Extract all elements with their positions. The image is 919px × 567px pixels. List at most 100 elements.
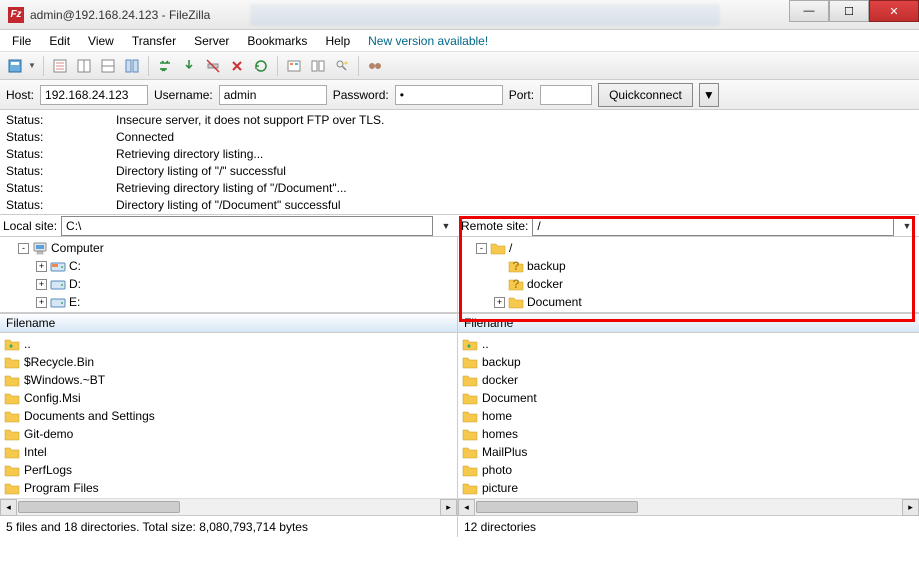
host-label: Host: bbox=[6, 88, 34, 102]
local-tree[interactable]: -Computer+C:+D:+E: bbox=[0, 237, 458, 312]
local-file-list[interactable]: ..$Recycle.Bin $Windows.~BT Config.Msi Docu… bbox=[0, 333, 457, 498]
disconnect-button[interactable] bbox=[202, 55, 224, 77]
tree-expander[interactable]: + bbox=[494, 297, 505, 308]
menu-help[interactable]: Help bbox=[317, 32, 358, 50]
file-item[interactable]: Intel bbox=[4, 443, 453, 461]
file-item[interactable]: Git-demo bbox=[4, 425, 453, 443]
tree-expander[interactable]: + bbox=[36, 297, 47, 308]
compare-button[interactable] bbox=[307, 55, 329, 77]
file-item[interactable]: Document bbox=[462, 389, 915, 407]
tree-expander[interactable]: + bbox=[36, 279, 47, 290]
drive-c-icon bbox=[50, 259, 66, 273]
file-item[interactable]: Program Files bbox=[4, 479, 453, 497]
file-item[interactable]: $Windows.~BT bbox=[4, 371, 453, 389]
remote-file-list[interactable]: ..backupdockerDocument home homes MailPlus p… bbox=[458, 333, 919, 498]
server-button[interactable] bbox=[250, 55, 272, 77]
tree-expander[interactable]: - bbox=[18, 243, 29, 254]
file-item[interactable]: Config.Msi bbox=[4, 389, 453, 407]
process-queue-button[interactable] bbox=[154, 55, 176, 77]
file-item[interactable]: .. bbox=[4, 335, 453, 353]
refresh-button[interactable] bbox=[121, 55, 143, 77]
tree-label: Document bbox=[527, 295, 582, 309]
find-button[interactable] bbox=[364, 55, 386, 77]
menu-new-version[interactable]: New version available! bbox=[360, 32, 496, 50]
close-button[interactable]: ✕ bbox=[869, 0, 919, 22]
tree-node[interactable]: docker bbox=[462, 275, 915, 293]
tree-label: backup bbox=[527, 259, 566, 273]
folder-icon bbox=[4, 391, 20, 405]
file-name: Git-demo bbox=[24, 427, 73, 441]
file-item[interactable]: backup bbox=[462, 353, 915, 371]
file-item[interactable]: Documents and Settings bbox=[4, 407, 453, 425]
file-item[interactable]: PerfLogs bbox=[4, 461, 453, 479]
file-item[interactable]: homes bbox=[462, 425, 915, 443]
remote-site-dropdown[interactable]: ▼ bbox=[898, 221, 916, 231]
local-hscroll[interactable]: ◂▸ bbox=[0, 498, 457, 515]
file-name: photo bbox=[482, 463, 512, 477]
site-manager-dropdown[interactable]: ▼ bbox=[28, 61, 38, 70]
local-site-input[interactable] bbox=[61, 216, 433, 236]
toggle-log-button[interactable] bbox=[49, 55, 71, 77]
file-name: home bbox=[482, 409, 512, 423]
menu-bookmarks[interactable]: Bookmarks bbox=[239, 32, 315, 50]
tree-node[interactable]: + Document bbox=[462, 293, 915, 311]
tree-node[interactable]: + D: bbox=[4, 275, 453, 293]
log-message: Retrieving directory listing... bbox=[116, 146, 913, 163]
port-input[interactable] bbox=[540, 85, 592, 105]
tree-node[interactable]: +C: bbox=[4, 257, 453, 275]
remote-tree[interactable]: -/ backup docker + Document bbox=[458, 237, 919, 312]
file-item[interactable]: photo bbox=[462, 461, 915, 479]
file-name: Program Files bbox=[24, 481, 99, 495]
toggle-tree-button[interactable] bbox=[73, 55, 95, 77]
file-item[interactable]: docker bbox=[462, 371, 915, 389]
menu-edit[interactable]: Edit bbox=[41, 32, 78, 50]
menu-view[interactable]: View bbox=[80, 32, 122, 50]
username-input[interactable] bbox=[219, 85, 327, 105]
tree-node[interactable]: -Computer bbox=[4, 239, 453, 257]
local-file-header[interactable]: Filename bbox=[0, 313, 457, 333]
sites-row: Local site: ▼ Remote site: ▼ bbox=[0, 215, 919, 237]
quickconnect-button[interactable]: Quickconnect bbox=[598, 83, 693, 107]
local-site-dropdown[interactable]: ▼ bbox=[437, 221, 455, 231]
file-item[interactable]: .. bbox=[462, 335, 915, 353]
tree-expander[interactable]: - bbox=[476, 243, 487, 254]
window-title: admin@192.168.24.123 - FileZilla bbox=[30, 8, 210, 22]
file-item[interactable]: picture bbox=[462, 479, 915, 497]
file-item[interactable]: MailPlus bbox=[462, 443, 915, 461]
toggle-queue-button[interactable] bbox=[97, 55, 119, 77]
log-row: Status:Directory listing of "/Document" … bbox=[6, 197, 913, 214]
remote-file-pane: Filename ..backupdockerDocument home homes… bbox=[458, 313, 919, 515]
file-item[interactable]: $Recycle.Bin bbox=[4, 353, 453, 371]
file-item[interactable]: home bbox=[462, 407, 915, 425]
reconnect-button[interactable] bbox=[226, 55, 248, 77]
minimize-button[interactable]: — bbox=[789, 0, 829, 22]
menu-server[interactable]: Server bbox=[186, 32, 237, 50]
remote-hscroll[interactable]: ◂▸ bbox=[458, 498, 919, 515]
maximize-button[interactable]: ☐ bbox=[829, 0, 869, 22]
menu-transfer[interactable]: Transfer bbox=[124, 32, 184, 50]
remote-file-header[interactable]: Filename bbox=[458, 313, 919, 333]
site-manager-button[interactable] bbox=[4, 55, 26, 77]
titlebar: Fz admin@192.168.24.123 - FileZilla — ☐ … bbox=[0, 0, 919, 30]
file-name: Documents and Settings bbox=[24, 409, 155, 423]
tree-label: D: bbox=[69, 277, 81, 291]
remote-site-input[interactable] bbox=[532, 216, 894, 236]
host-input[interactable] bbox=[40, 85, 148, 105]
sync-browse-button[interactable] bbox=[331, 55, 353, 77]
quickconnect-dropdown[interactable]: ▼ bbox=[699, 83, 719, 107]
tree-expander[interactable]: + bbox=[36, 261, 47, 272]
folder-icon bbox=[4, 481, 20, 495]
file-name: $Windows.~BT bbox=[24, 373, 105, 387]
tree-node[interactable]: +E: bbox=[4, 293, 453, 311]
log-panel[interactable]: Status:Insecure server, it does not supp… bbox=[0, 110, 919, 215]
tree-row: -Computer+C:+D:+E: -/backupdocker+Docume… bbox=[0, 237, 919, 313]
folder-icon bbox=[462, 373, 478, 387]
tree-node[interactable]: backup bbox=[462, 257, 915, 275]
folder-icon bbox=[462, 481, 478, 495]
menu-file[interactable]: File bbox=[4, 32, 39, 50]
filter-button[interactable] bbox=[283, 55, 305, 77]
password-input[interactable] bbox=[395, 85, 503, 105]
tree-node[interactable]: -/ bbox=[462, 239, 915, 257]
file-name: homes bbox=[482, 427, 518, 441]
cancel-button[interactable] bbox=[178, 55, 200, 77]
